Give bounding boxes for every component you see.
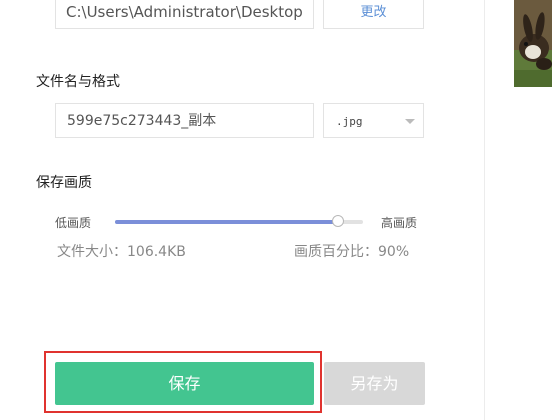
filename-format-heading: 文件名与格式 xyxy=(36,74,120,90)
preview-thumbnail[interactable] xyxy=(514,0,552,87)
panel-divider xyxy=(484,0,485,420)
quality-heading: 保存画质 xyxy=(36,175,92,191)
save-path-field[interactable]: C:\Users\Administrator\Desktop xyxy=(55,0,314,29)
quality-slider-fill xyxy=(115,220,338,224)
save-button[interactable]: 保存 xyxy=(55,362,314,405)
quality-slider-handle[interactable] xyxy=(332,215,344,227)
rabbit-photo-icon xyxy=(514,0,552,87)
low-quality-label: 低画质 xyxy=(55,216,92,230)
file-size-text: 文件大小：106.4KB xyxy=(57,244,186,260)
save-as-button[interactable]: 另存为 xyxy=(324,362,425,405)
format-dropdown[interactable]: .jpg xyxy=(323,103,424,138)
quality-percent-text: 画质百分比：90% xyxy=(294,244,410,260)
format-value: .jpg xyxy=(336,115,363,128)
chevron-down-icon xyxy=(405,119,415,124)
filename-input[interactable]: 599e75c273443_副本 xyxy=(55,103,314,138)
high-quality-label: 高画质 xyxy=(381,216,418,230)
quality-slider[interactable] xyxy=(115,215,363,227)
change-path-button[interactable]: 更改 xyxy=(323,0,424,29)
